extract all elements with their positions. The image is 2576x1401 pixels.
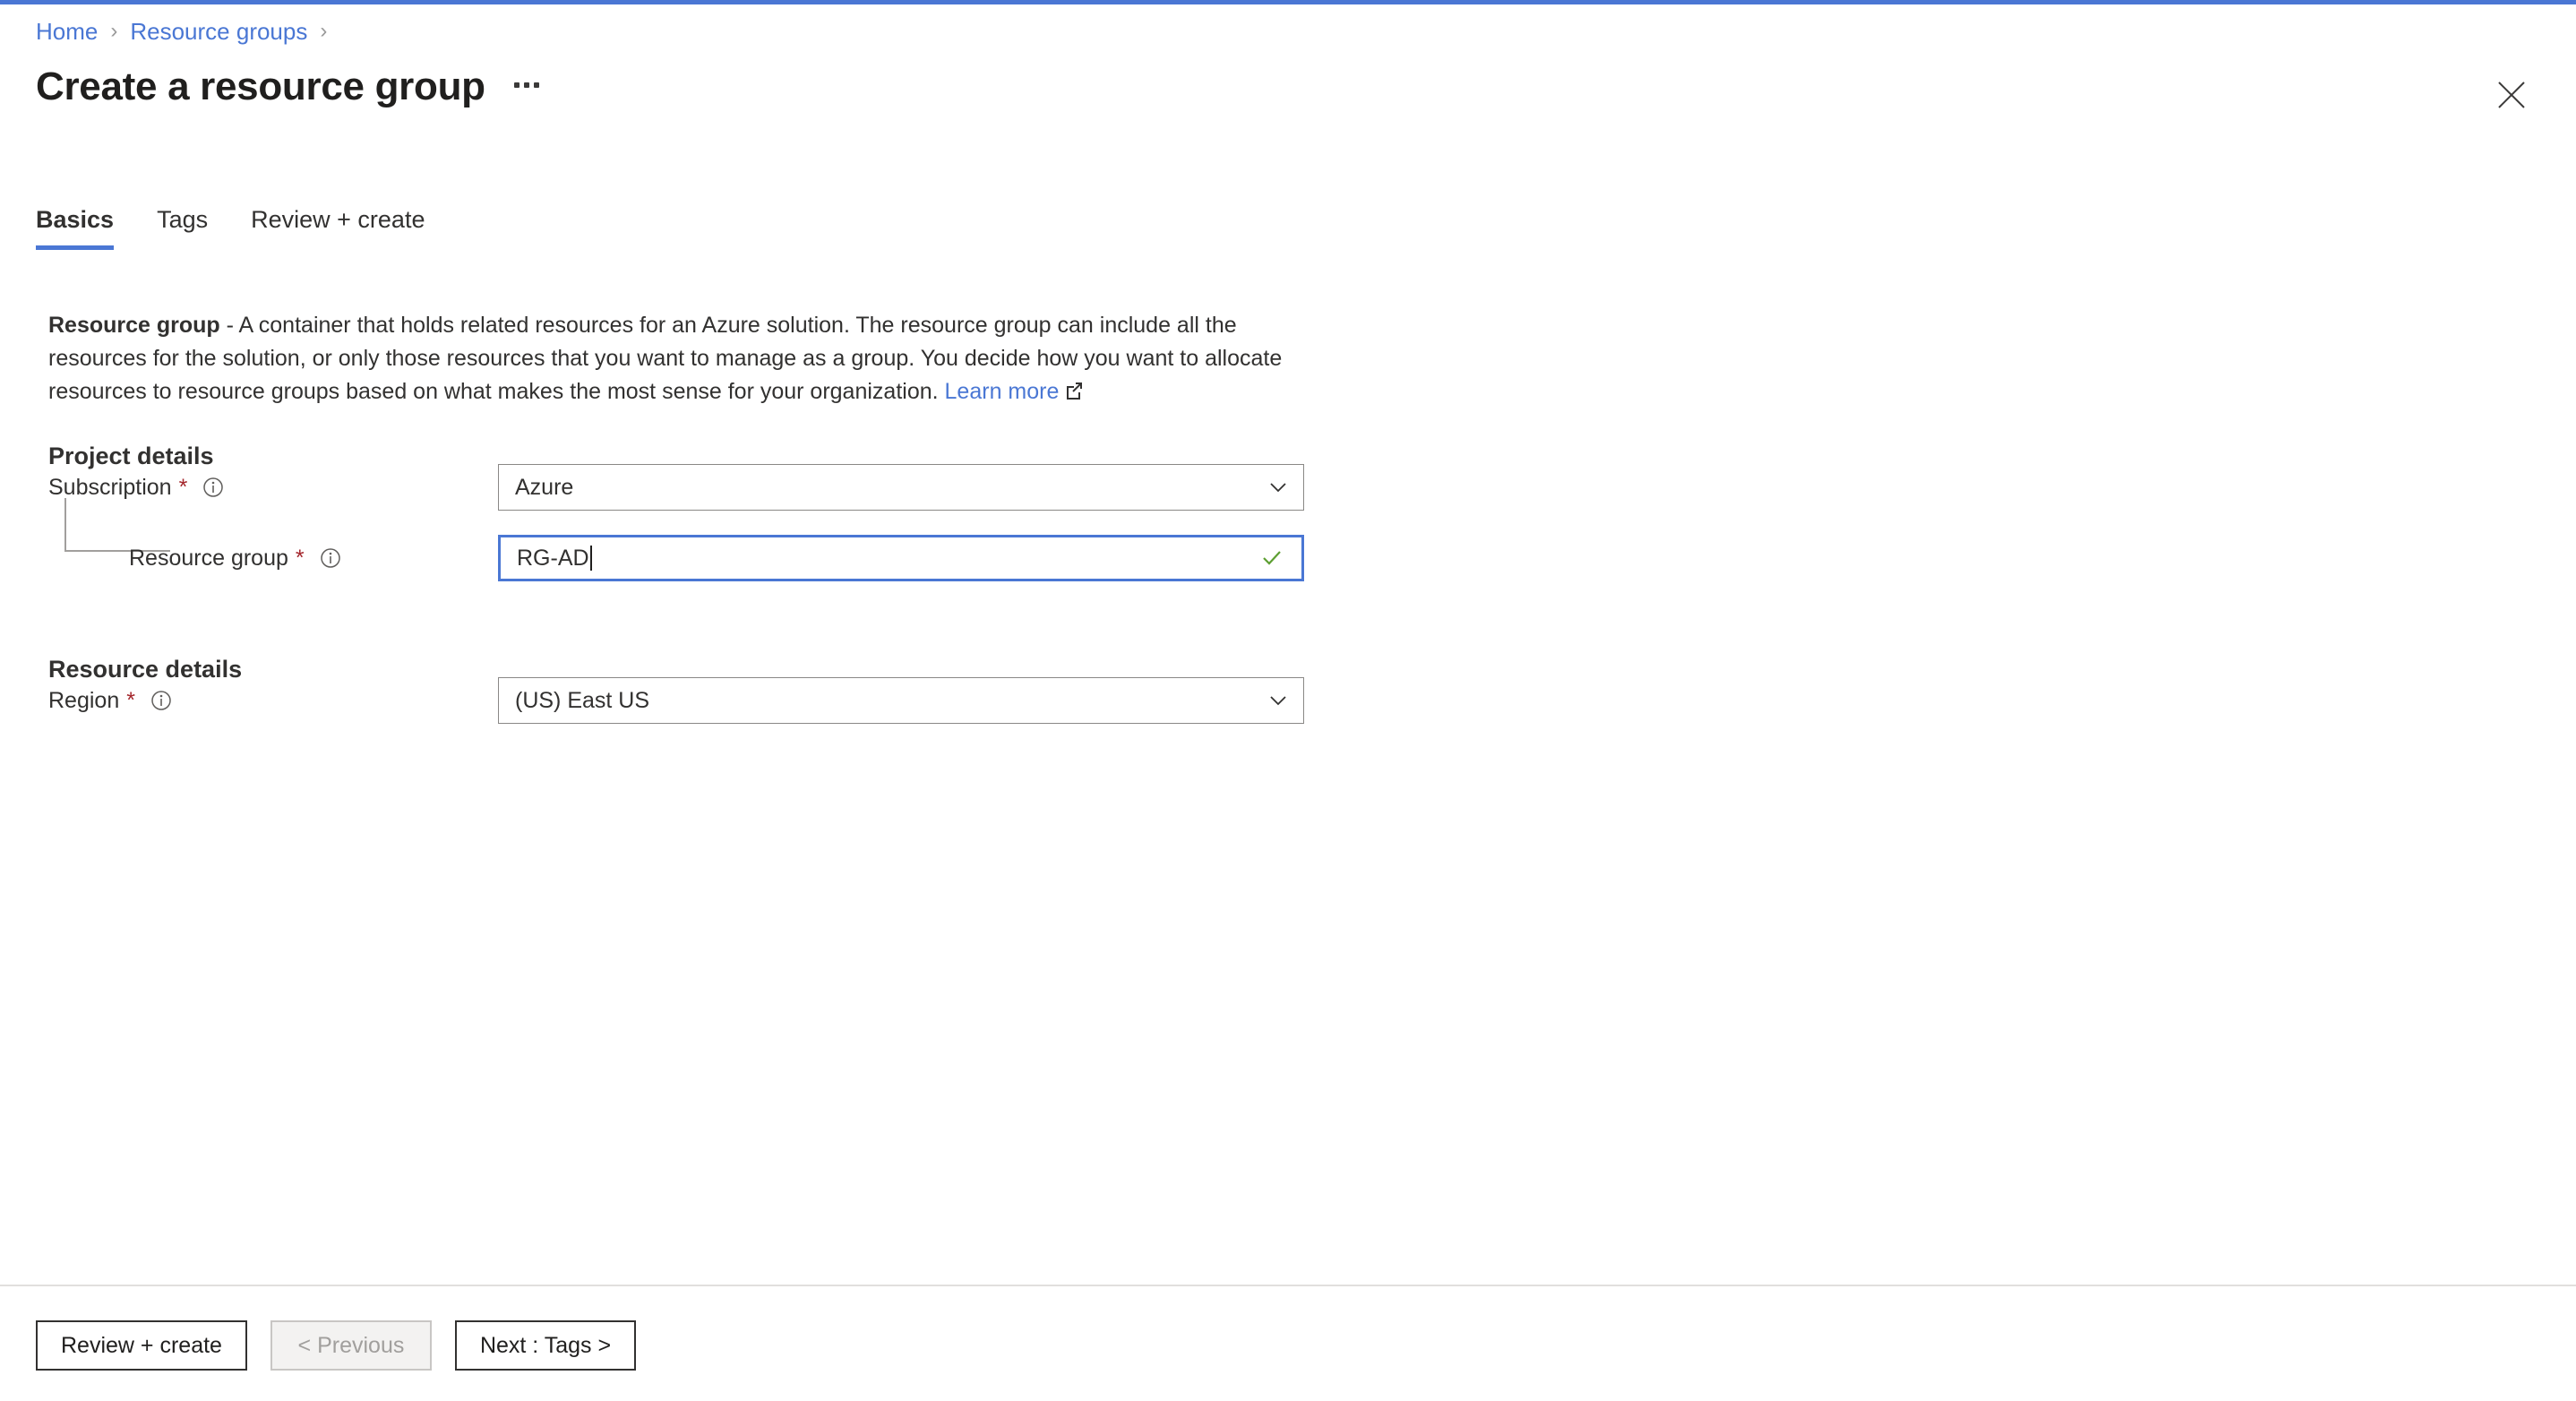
description-lead: Resource group xyxy=(48,313,220,338)
subscription-label: Subscription * xyxy=(48,475,498,501)
field-row-resource-group: Resource group * RG-AD xyxy=(48,535,2538,581)
external-link-icon xyxy=(1064,377,1084,410)
dot xyxy=(533,82,539,88)
region-select[interactable]: (US) East US xyxy=(498,677,1304,724)
footer-divider xyxy=(0,1285,2576,1286)
region-control: (US) East US xyxy=(498,677,1304,724)
resource-group-label: Resource group * xyxy=(48,546,498,572)
required-indicator: * xyxy=(126,687,135,713)
page-header: Create a resource group xyxy=(36,64,545,109)
resource-group-control: RG-AD xyxy=(498,535,1304,581)
resource-group-input[interactable]: RG-AD xyxy=(498,535,1304,581)
field-row-region: Region * (US) East US xyxy=(48,677,2538,724)
breadcrumb-separator-icon: › xyxy=(110,19,118,43)
dot xyxy=(513,82,519,88)
page-title: Create a resource group xyxy=(36,64,485,108)
region-value: (US) East US xyxy=(515,687,650,713)
required-indicator: * xyxy=(295,545,305,571)
text-cursor xyxy=(589,546,592,571)
subscription-select[interactable]: Azure xyxy=(498,464,1304,511)
tab-review-create[interactable]: Review + create xyxy=(251,206,450,250)
info-icon[interactable] xyxy=(202,476,225,499)
more-options-icon[interactable] xyxy=(509,73,545,100)
breadcrumb-item-home[interactable]: Home xyxy=(36,20,98,43)
close-icon xyxy=(2498,82,2525,108)
previous-button: < Previous xyxy=(270,1320,432,1371)
subscription-control: Azure xyxy=(498,464,1304,511)
chevron-down-icon xyxy=(1266,475,1291,500)
resource-group-value: RG-AD xyxy=(517,545,589,571)
region-label-text: Region xyxy=(48,687,120,713)
info-icon[interactable] xyxy=(319,546,342,570)
subscription-label-text: Subscription xyxy=(48,474,172,500)
breadcrumb-separator-icon: › xyxy=(320,19,328,43)
tab-tags[interactable]: Tags xyxy=(157,206,233,250)
resource-group-label-text: Resource group xyxy=(129,545,288,571)
required-indicator: * xyxy=(178,474,188,500)
review-create-button[interactable]: Review + create xyxy=(36,1320,247,1371)
breadcrumb-item-resource-groups[interactable]: Resource groups xyxy=(130,20,307,43)
close-button[interactable] xyxy=(2490,73,2533,116)
field-row-subscription: Subscription * Azure xyxy=(48,464,2538,511)
top-accent-bar xyxy=(0,0,2576,4)
learn-more-link[interactable]: Learn more xyxy=(945,379,1060,404)
description-body: - A container that holds related resourc… xyxy=(48,313,1283,404)
tab-basics[interactable]: Basics xyxy=(36,206,139,250)
breadcrumb: Home › Resource groups › xyxy=(36,20,339,43)
dot xyxy=(523,82,529,88)
region-label: Region * xyxy=(48,688,498,714)
subscription-value: Azure xyxy=(515,474,574,500)
chevron-down-icon xyxy=(1266,688,1291,713)
resource-group-description: Resource group - A container that holds … xyxy=(48,309,1302,409)
footer-actions: Review + create < Previous Next : Tags > xyxy=(36,1320,637,1371)
next-tags-button[interactable]: Next : Tags > xyxy=(454,1320,637,1371)
tab-bar: Basics Tags Review + create xyxy=(36,206,468,250)
validation-check-icon xyxy=(1258,545,1285,572)
info-icon[interactable] xyxy=(150,689,173,712)
resource-group-value-wrap: RG-AD xyxy=(517,546,1258,572)
